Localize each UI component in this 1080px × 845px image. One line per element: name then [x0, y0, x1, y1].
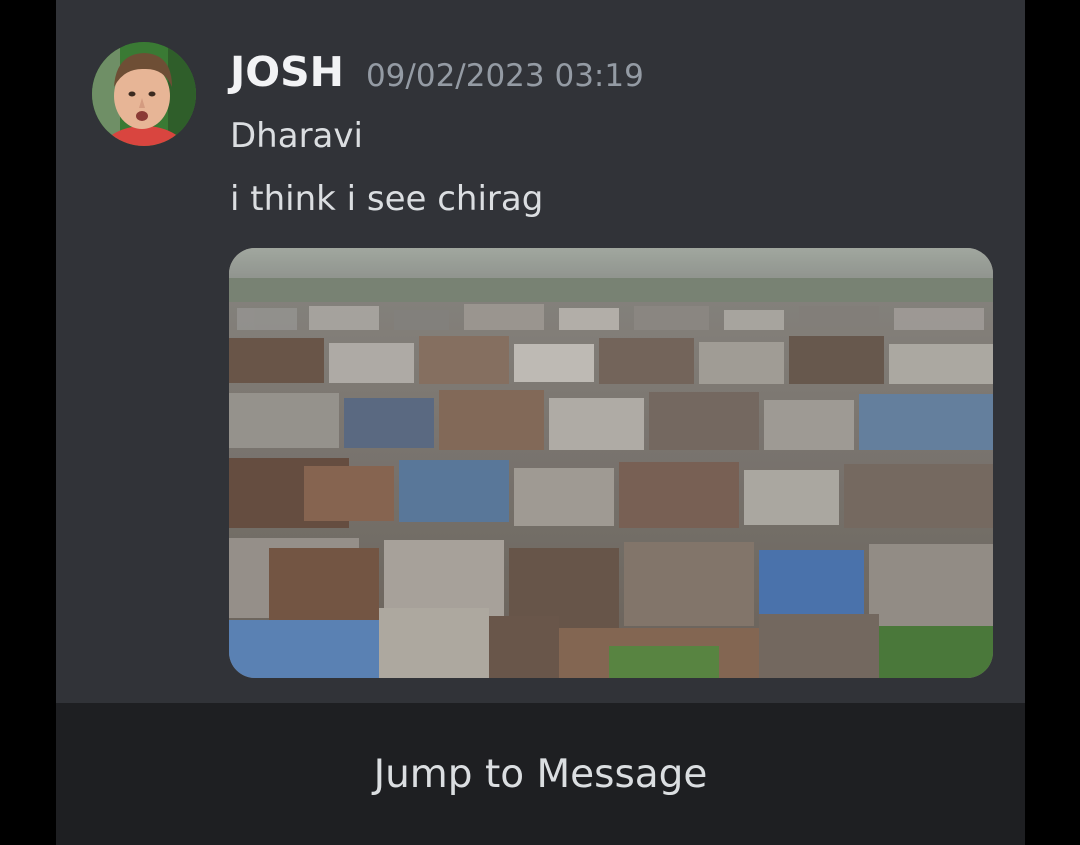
message-text-line: Dharavi	[230, 116, 363, 156]
message-text-line: i think i see chirag	[230, 179, 544, 219]
message-timestamp: 09/02/2023 03:19	[365, 58, 644, 94]
image-attachment[interactable]	[229, 248, 993, 678]
message[interactable]: JOSH 09/02/2023 03:19 Dharavi i think i …	[56, 0, 1025, 703]
attachment-image	[229, 248, 993, 678]
avatar-image	[92, 42, 196, 146]
screen: JOSH 09/02/2023 03:19 Dharavi i think i …	[0, 0, 1080, 845]
footer: Jump to Message	[56, 703, 1025, 845]
jump-to-message-button[interactable]: Jump to Message	[56, 703, 1025, 845]
message-preview-card: JOSH 09/02/2023 03:19 Dharavi i think i …	[56, 0, 1025, 845]
author-name[interactable]: JOSH	[230, 48, 344, 96]
message-header: JOSH 09/02/2023 03:19	[230, 48, 644, 104]
avatar[interactable]	[92, 42, 196, 146]
